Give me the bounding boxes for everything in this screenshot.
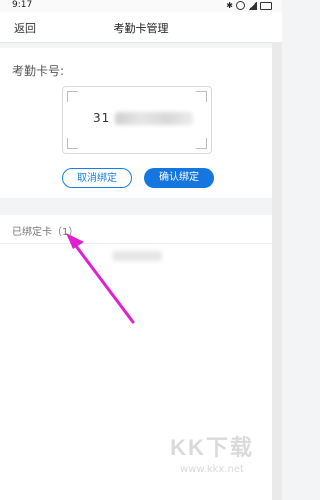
watermark-logo: KK下载 bbox=[170, 435, 254, 460]
card-number-label: 考勤卡号: bbox=[12, 64, 65, 78]
status-time: 9:17 bbox=[12, 0, 33, 10]
unbind-button[interactable]: 取消绑定 bbox=[62, 168, 132, 188]
card-section: 考勤卡号: 31 取消绑定 确认绑定 bbox=[0, 48, 272, 198]
card-number-blur bbox=[115, 112, 193, 125]
bound-card-item[interactable] bbox=[112, 251, 162, 261]
status-icons: ✱ bbox=[226, 1, 272, 10]
watermark-url: www.kkx.net bbox=[180, 464, 244, 475]
card-number-text: 31 bbox=[93, 111, 111, 125]
bound-cards-label: 已绑定卡（1） bbox=[12, 227, 79, 238]
card-number-box: 31 bbox=[62, 86, 212, 154]
corner-mark bbox=[196, 138, 207, 149]
corner-mark bbox=[67, 91, 78, 102]
alarm-icon bbox=[236, 1, 245, 10]
divider bbox=[0, 243, 272, 244]
right-edge-strip bbox=[272, 42, 282, 500]
corner-mark bbox=[196, 91, 207, 102]
battery-icon bbox=[260, 1, 272, 10]
bluetooth-icon: ✱ bbox=[226, 1, 233, 10]
nav-bar: 返回 考勤卡管理 bbox=[0, 12, 282, 43]
page-title: 考勤卡管理 bbox=[113, 22, 169, 35]
watermark: KK下载 www.kkx.net bbox=[152, 430, 272, 490]
corner-mark bbox=[67, 138, 78, 149]
signal-icon bbox=[248, 1, 257, 10]
status-bar: 9:17 ✱ bbox=[0, 0, 282, 12]
confirm-bind-button[interactable]: 确认绑定 bbox=[144, 168, 214, 188]
